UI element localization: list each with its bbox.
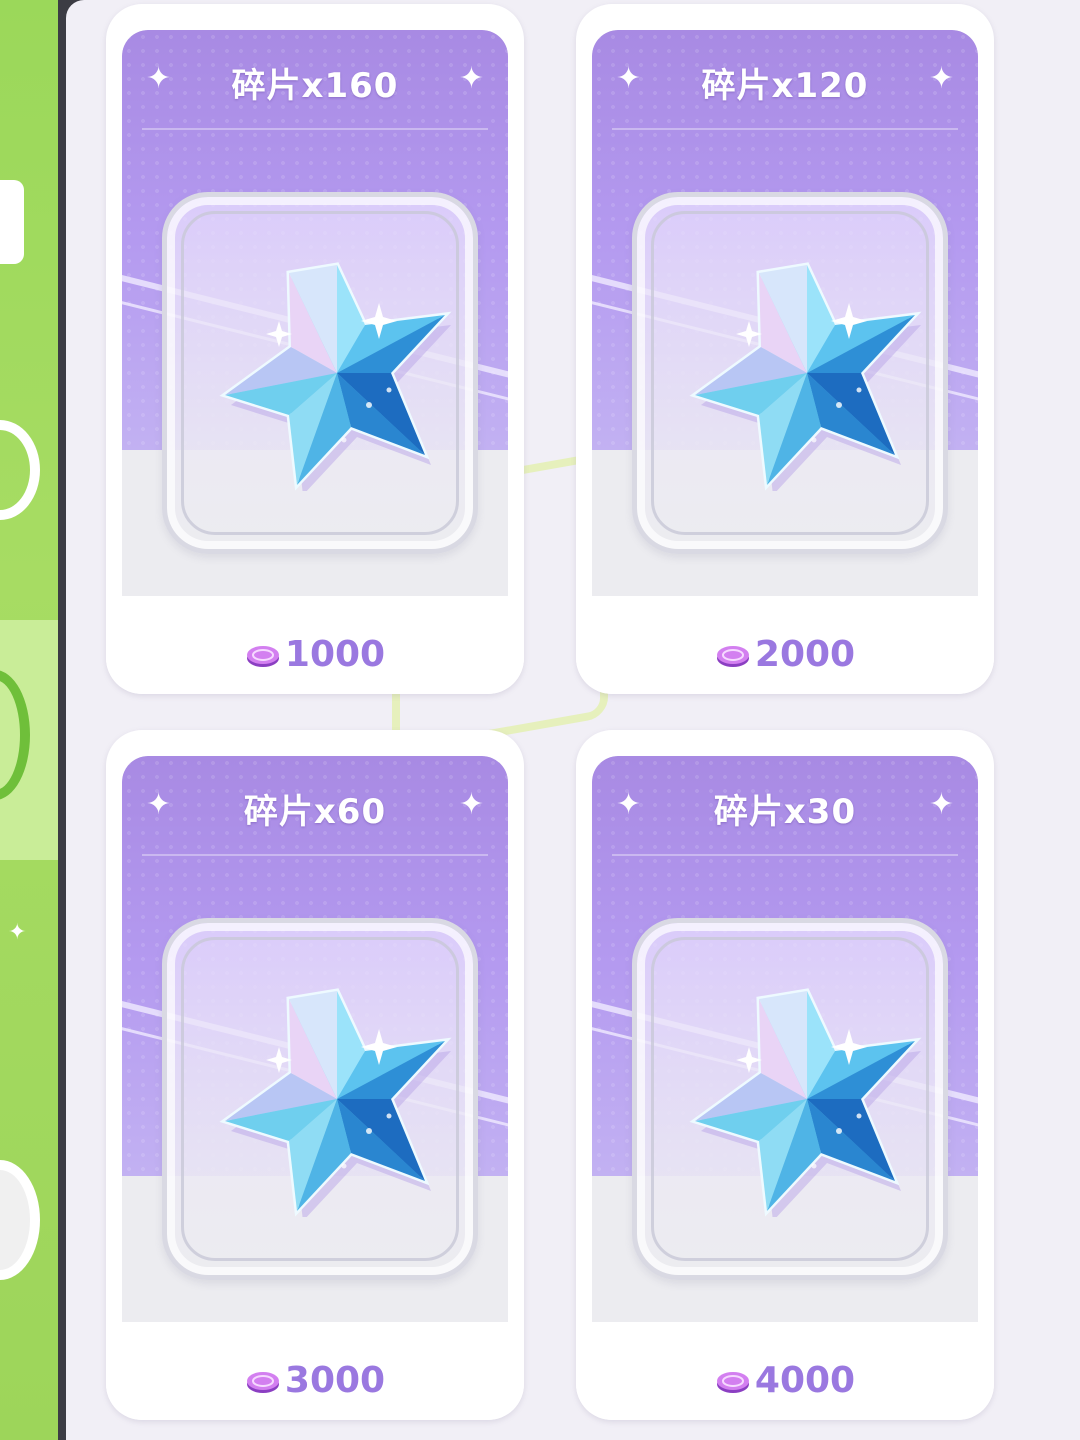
price-value: 2000 bbox=[754, 634, 856, 675]
sidebar-divider bbox=[58, 0, 84, 1440]
side-tab-ring-icon bbox=[0, 670, 30, 800]
item-frame bbox=[162, 918, 478, 1280]
item-price[interactable]: 1000 bbox=[106, 634, 524, 675]
card-body: ✦ ✦ 碎片x60 bbox=[122, 756, 508, 1322]
purple-coin-icon bbox=[246, 1372, 279, 1393]
price-value: 1000 bbox=[284, 634, 386, 675]
item-frame bbox=[632, 918, 948, 1280]
header-divider bbox=[142, 854, 488, 856]
shop-item-card[interactable]: ✦ ✦ 碎片x60 3000 bbox=[106, 730, 524, 1420]
item-price[interactable]: 4000 bbox=[576, 1360, 994, 1401]
crystal-star-icon bbox=[219, 988, 452, 1217]
shop-item-card[interactable]: ✦ ✦ 碎片x30 4000 bbox=[576, 730, 994, 1420]
item-price[interactable]: 3000 bbox=[106, 1360, 524, 1401]
item-price[interactable]: 2000 bbox=[576, 634, 994, 675]
header-divider bbox=[142, 128, 488, 130]
card-body: ✦ ✦ 碎片x120 bbox=[592, 30, 978, 596]
header-divider bbox=[612, 854, 958, 856]
side-ring-icon[interactable] bbox=[0, 420, 40, 520]
crystal-star-icon bbox=[219, 262, 452, 491]
menu-glyph-icon[interactable] bbox=[0, 180, 24, 264]
shop-item-card[interactable]: ✦ ✦ 碎片x120 2000 bbox=[576, 4, 994, 694]
purple-coin-icon bbox=[716, 1372, 749, 1393]
purple-coin-icon bbox=[246, 646, 279, 667]
item-title: 碎片x30 bbox=[713, 792, 857, 832]
crystal-star-icon bbox=[689, 988, 922, 1217]
item-frame bbox=[162, 192, 478, 554]
item-title: 碎片x160 bbox=[231, 66, 399, 106]
item-title: 碎片x120 bbox=[701, 66, 869, 106]
side-ring-icon-2 bbox=[0, 1160, 40, 1280]
shop-item-card[interactable]: ✦ ✦ 碎片x160 1000 bbox=[106, 4, 524, 694]
side-sparkle-icon: ✦ bbox=[8, 920, 27, 945]
crystal-star-icon bbox=[689, 262, 922, 491]
price-value: 4000 bbox=[754, 1360, 856, 1401]
purple-coin-icon bbox=[716, 646, 749, 667]
header-divider bbox=[612, 128, 958, 130]
item-title: 碎片x60 bbox=[243, 792, 387, 832]
card-body: ✦ ✦ 碎片x30 bbox=[592, 756, 978, 1322]
price-value: 3000 bbox=[284, 1360, 386, 1401]
card-body: ✦ ✦ 碎片x160 bbox=[122, 30, 508, 596]
item-frame bbox=[632, 192, 948, 554]
